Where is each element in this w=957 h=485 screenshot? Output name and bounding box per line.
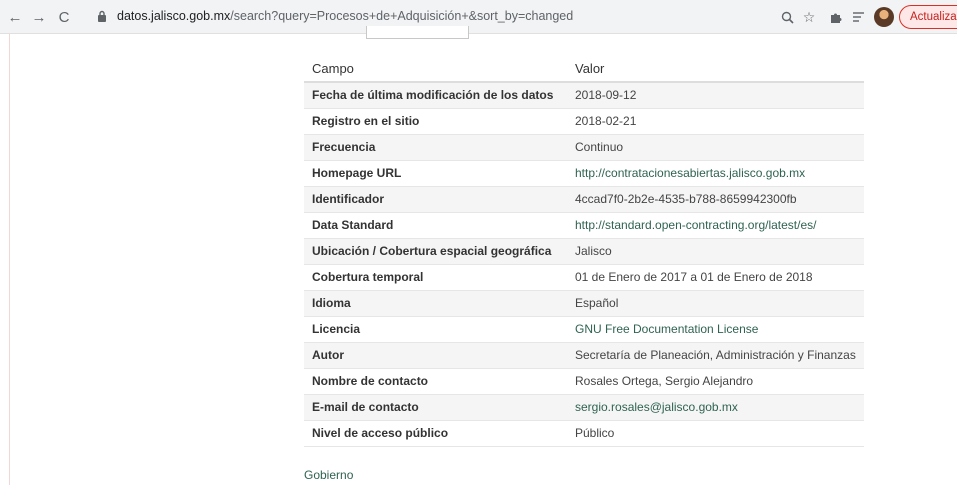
extensions-icon[interactable] <box>826 8 844 26</box>
table-header-row: Campo Valor <box>304 55 864 83</box>
bookmark-star-icon[interactable]: ☆ <box>800 8 818 26</box>
page-left-edge <box>0 34 10 485</box>
field-cell: Nivel de acceso público <box>304 419 567 447</box>
address-bar[interactable]: datos.jalisco.gob.mx/search?query=Proces… <box>93 4 861 30</box>
table-row: Fecha de última modificación de los dato… <box>304 81 864 108</box>
value-cell: Rosales Ortega, Sergio Alejandro <box>567 367 864 394</box>
contact-email-link[interactable]: sergio.rosales@jalisco.gob.mx <box>575 400 738 414</box>
table-row: Licencia GNU Free Documentation License <box>304 315 864 342</box>
field-cell: E-mail de contacto <box>304 393 567 420</box>
table-row: Registro en el sitio 2018-02-21 <box>304 107 864 134</box>
homepage-link[interactable]: http://contratacionesabiertas.jalisco.go… <box>575 166 805 180</box>
field-cell: Data Standard <box>304 211 567 238</box>
value-cell: Público <box>567 419 864 447</box>
field-cell: Homepage URL <box>304 159 567 186</box>
profile-avatar[interactable] <box>874 7 894 27</box>
field-cell: Nombre de contacto <box>304 367 567 394</box>
metadata-table: Campo Valor Fecha de última modificación… <box>304 55 864 447</box>
reading-list-icon[interactable] <box>850 8 868 26</box>
forward-icon[interactable]: → <box>29 7 49 27</box>
field-cell: Identificador <box>304 185 567 212</box>
url-text[interactable]: datos.jalisco.gob.mx/search?query=Proces… <box>117 9 573 23</box>
reload-icon[interactable]: C <box>54 7 74 27</box>
partial-control <box>366 26 469 39</box>
value-cell: Jalisco <box>567 237 864 264</box>
table-row: Frecuencia Continuo <box>304 133 864 160</box>
lock-icon <box>98 10 106 22</box>
table-row: Nombre de contacto Rosales Ortega, Sergi… <box>304 367 864 394</box>
table-row: Ubicación / Cobertura espacial geográfic… <box>304 237 864 264</box>
table-row: Homepage URL http://contratacionesabiert… <box>304 159 864 186</box>
field-cell: Frecuencia <box>304 133 567 160</box>
update-button[interactable]: Actualizar <box>899 5 957 29</box>
value-cell: Secretaría de Planeación, Administración… <box>567 341 864 368</box>
field-cell: Ubicación / Cobertura espacial geográfic… <box>304 237 567 264</box>
table-row: Identificador 4ccad7f0-2b2e-4535-b788-86… <box>304 185 864 212</box>
browser-toolbar: ← → C datos.jalisco.gob.mx/search?query=… <box>0 0 957 34</box>
header-value: Valor <box>567 55 864 83</box>
table-row: E-mail de contacto sergio.rosales@jalisc… <box>304 393 864 420</box>
value-cell: Continuo <box>567 133 864 160</box>
table-row: Autor Secretaría de Planeación, Administ… <box>304 341 864 368</box>
url-path: /search?query=Procesos+de+Adquisición+&s… <box>230 9 574 23</box>
field-cell: Autor <box>304 341 567 368</box>
value-cell: 2018-02-21 <box>567 107 864 134</box>
table-row: Data Standard http://standard.open-contr… <box>304 211 864 238</box>
zoom-icon[interactable] <box>778 8 796 26</box>
field-cell: Fecha de última modificación de los dato… <box>304 81 567 108</box>
field-cell: Registro en el sitio <box>304 107 567 134</box>
license-link[interactable]: GNU Free Documentation License <box>575 322 758 336</box>
value-cell: Español <box>567 289 864 316</box>
value-cell: 4ccad7f0-2b2e-4535-b788-8659942300fb <box>567 185 864 212</box>
data-standard-link[interactable]: http://standard.open-contracting.org/lat… <box>575 218 816 232</box>
table-row: Cobertura temporal 01 de Enero de 2017 a… <box>304 263 864 290</box>
value-cell: 01 de Enero de 2017 a 01 de Enero de 201… <box>567 263 864 290</box>
back-icon[interactable]: ← <box>5 7 25 27</box>
header-field: Campo <box>304 55 567 83</box>
field-cell: Idioma <box>304 289 567 316</box>
field-cell: Cobertura temporal <box>304 263 567 290</box>
url-host: datos.jalisco.gob.mx <box>117 9 231 23</box>
value-cell: 2018-09-12 <box>567 81 864 108</box>
table-row: Nivel de acceso público Público <box>304 419 864 447</box>
gobierno-tag-link[interactable]: Gobierno <box>304 468 353 482</box>
table-row: Idioma Español <box>304 289 864 316</box>
field-cell: Licencia <box>304 315 567 342</box>
